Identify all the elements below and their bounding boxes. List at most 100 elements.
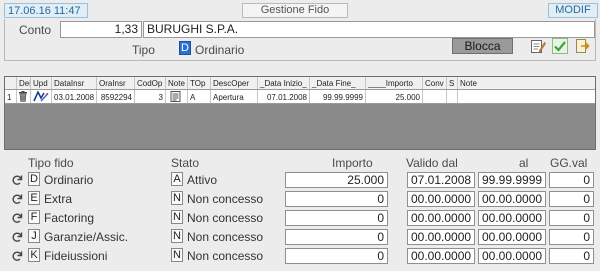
fido-row-factoring: F Factoring N Non concesso 0 00.00.0000 … [4,209,596,227]
trash-icon[interactable] [17,90,31,103]
header-al: al [519,156,529,170]
valido-dal-field[interactable]: 00.00.0000 [407,210,475,226]
cell-codop: 3 [135,90,166,103]
stato-code-box[interactable]: N [171,210,183,224]
header-tipo-fido: Tipo fido [28,156,74,170]
valido-dal-field[interactable]: 00.00.0000 [407,229,475,245]
note-doc-icon[interactable] [166,90,188,103]
refresh-icon[interactable] [11,193,23,205]
col-note-icon: Note [166,77,188,89]
tipo-code-box[interactable]: D [28,172,40,186]
grid-header: Del Upd DataInsr OraInsr CodOp Note TOp … [5,77,595,90]
valido-dal-field[interactable]: 07.01.2008 [407,172,475,188]
importo-field[interactable]: 0 [285,248,388,264]
tipo-name: Ordinario [44,173,94,187]
importo-field[interactable]: 25.000 [285,172,388,188]
tipo-code-box[interactable]: F [28,210,40,224]
col-note: Note [460,79,477,88]
exit-icon[interactable] [574,38,590,54]
col-s: S [447,77,458,89]
cell-datainsr: 03.01.2008 [52,90,97,103]
tipo-name: Extra [44,192,73,206]
importo-field[interactable]: 0 [285,191,388,207]
gg-val-field[interactable]: 0 [549,172,594,188]
col-conv: Conv [423,77,447,89]
timestamp: 17.06.16 11:47 [4,3,88,18]
fido-row-garanzie: J Garanzie/Assic. N Non concesso 0 00.00… [4,228,596,246]
header-gg-val: GG.val [550,156,588,170]
valido-al-field[interactable]: 00.00.0000 [478,191,546,207]
operations-grid: Del Upd DataInsr OraInsr CodOp Note TOp … [4,76,596,150]
cell-top: A [188,90,211,103]
valido-al-field[interactable]: 00.00.0000 [478,210,546,226]
col-descoper: DescOper [211,77,258,89]
col-top: TOp [188,77,211,89]
tipo-code-box[interactable]: K [28,248,40,262]
update-icon[interactable] [31,90,52,103]
gg-val-field[interactable]: 0 [549,248,594,264]
row-number: 1 [5,90,17,103]
header-importo: Importo [332,156,373,170]
table-row[interactable]: 1 03.01.2008 8592294 3 A Apertura 07.01.… [5,90,595,104]
tipo-code-box[interactable]: J [28,229,40,243]
cell-orainsr: 8592294 [97,90,135,103]
fidi-panel: Tipo fido Stato Importo Valido dal al GG… [4,153,596,268]
fido-row-extra: E Extra N Non concesso 0 00.00.0000 00.0… [4,190,596,208]
refresh-icon[interactable] [11,212,23,224]
valido-al-field[interactable]: 00.00.0000 [478,229,546,245]
valido-dal-field[interactable]: 00.00.0000 [407,248,475,264]
stato-name: Attivo [187,173,218,187]
edit-note-icon[interactable] [530,38,546,54]
conto-code-field[interactable]: 1,33 [60,21,142,38]
stato-code-box[interactable]: N [171,191,183,205]
fido-row-ordinario: D Ordinario A Attivo 25.000 07.01.2008 9… [4,171,596,189]
col-data-fine: _Data Fine_ [310,77,366,89]
stato-name: Non concesso [187,192,264,206]
importo-field[interactable]: 0 [285,210,388,226]
valido-al-field[interactable]: 99.99.9999 [478,172,546,188]
stato-name: Non concesso [187,211,264,225]
gg-val-field[interactable]: 0 [549,210,594,226]
col-data-inizio: _Data Inizio_ [258,77,310,89]
gg-val-field[interactable]: 0 [549,191,594,207]
refresh-icon[interactable] [11,250,23,262]
cell-descoper: Apertura [211,90,258,103]
col-del: Del [19,77,31,89]
col-importo: ____Importo [366,77,423,89]
stato-code-box[interactable]: A [171,172,183,186]
refresh-icon[interactable] [11,231,23,243]
row-number-header [5,77,17,89]
cell-importo: 25.000 [366,90,423,103]
col-orainsr: OraInsr [97,77,135,89]
tipo-code[interactable]: D [179,41,191,55]
cell-note [458,90,595,103]
col-upd: Upd [31,77,52,89]
cell-data-fine: 99.99.9999 [310,90,366,103]
col-datainsr: DataInsr [52,77,97,89]
stato-code-box[interactable]: N [171,229,183,243]
conto-label: Conto [19,23,52,37]
conto-name-field[interactable]: BURUGHI S.P.A. [143,21,595,38]
stato-name: Non concesso [187,249,264,263]
cell-conv [423,90,447,103]
header-valido-dal: Valido dal [406,156,458,170]
window-title: Gestione Fido [242,3,348,18]
check-icon[interactable] [552,38,568,54]
col-codop: CodOp [135,77,166,89]
blocca-button[interactable]: Blocca [452,38,513,54]
tipo-name: Garanzie/Assic. [44,230,129,244]
mode-badge: MODIF [548,3,598,18]
stato-name: Non concesso [187,230,264,244]
valido-al-field[interactable]: 00.00.0000 [478,248,546,264]
gg-val-field[interactable]: 0 [549,229,594,245]
tipo-value: Ordinario [195,43,245,57]
tipo-name: Fideiussioni [44,249,108,263]
tipo-name: Factoring [44,211,95,225]
fido-row-fideiussioni: K Fideiussioni N Non concesso 0 00.00.00… [4,247,596,265]
tipo-code-box[interactable]: E [28,191,40,205]
tipo-label: Tipo [132,43,155,57]
importo-field[interactable]: 0 [285,229,388,245]
valido-dal-field[interactable]: 00.00.0000 [407,191,475,207]
refresh-icon[interactable] [11,174,23,186]
stato-code-box[interactable]: N [171,248,183,262]
